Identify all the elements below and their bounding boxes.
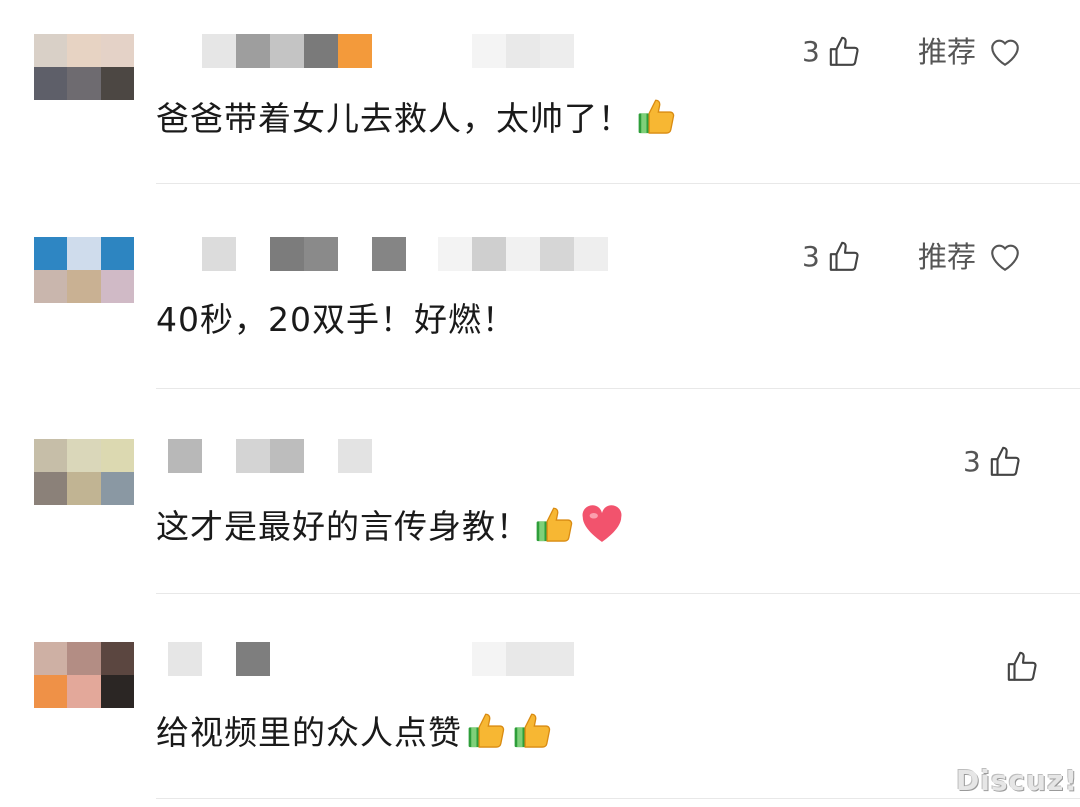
- recommend-label: 推荐: [918, 35, 977, 69]
- comment-text: 40秒，20双手！好燃！: [156, 300, 516, 339]
- thumbs-up-emoji-icon: [636, 95, 678, 146]
- thumbs-up-emoji-icon: [466, 709, 508, 760]
- avatar-pixel: [100, 642, 134, 675]
- divider: [156, 183, 1080, 184]
- avatar-pixel: [67, 675, 101, 708]
- thumbs-up-outline-icon: [829, 241, 859, 271]
- avatar-pixel: [67, 472, 101, 505]
- avatar-pixel: [34, 642, 68, 675]
- avatar[interactable]: [34, 34, 134, 100]
- watermark: Discuz!: [956, 764, 1079, 797]
- avatar-pixel: [100, 472, 134, 505]
- avatar-pixel: [100, 270, 134, 303]
- avatar-pixel: [34, 270, 68, 303]
- like-button[interactable]: [998, 647, 1040, 687]
- recommend-button[interactable]: 推荐: [918, 32, 1022, 72]
- like-button[interactable]: 3: [802, 32, 862, 72]
- like-button[interactable]: 3: [963, 442, 1023, 482]
- thumbs-up-emoji-icon: [534, 503, 576, 554]
- avatar-pixel: [34, 472, 68, 505]
- like-count: 3: [802, 35, 820, 68]
- avatar-pixel: [67, 439, 101, 472]
- heart-outline-icon: [991, 39, 1019, 66]
- divider: [156, 593, 1080, 594]
- avatar-pixel: [67, 67, 101, 100]
- thumbs-up-emoji-icon: [512, 709, 554, 760]
- avatar-pixel: [100, 675, 134, 708]
- comment-text: 爸爸带着女儿去救人，太帅了！: [156, 95, 678, 146]
- avatar-pixel: [67, 34, 101, 67]
- heart-outline-icon: [991, 244, 1019, 271]
- heart-emoji-icon: [580, 503, 624, 554]
- avatar-pixel: [100, 67, 134, 100]
- avatar[interactable]: [34, 642, 134, 708]
- recommend-label: 推荐: [918, 240, 977, 274]
- like-button[interactable]: 3: [802, 237, 862, 277]
- avatar-pixel: [100, 237, 134, 270]
- avatar-pixel: [34, 237, 68, 270]
- like-count: 3: [963, 445, 981, 478]
- divider: [156, 388, 1080, 389]
- avatar-pixel: [100, 439, 134, 472]
- avatar-pixel: [100, 34, 134, 67]
- divider: [156, 798, 1080, 799]
- like-count: 3: [802, 240, 820, 273]
- avatar-pixel: [34, 67, 68, 100]
- avatar-pixel: [34, 439, 68, 472]
- avatar[interactable]: [34, 237, 134, 303]
- avatar[interactable]: [34, 439, 134, 505]
- avatar-pixel: [67, 270, 101, 303]
- thumbs-up-outline-icon: [829, 36, 859, 66]
- avatar-pixel: [67, 237, 101, 270]
- comment-text: 这才是最好的言传身教！: [156, 503, 624, 554]
- comment-text: 给视频里的众人点赞: [156, 709, 554, 760]
- recommend-button[interactable]: 推荐: [918, 237, 1022, 277]
- avatar-pixel: [34, 34, 68, 67]
- avatar-pixel: [67, 642, 101, 675]
- avatar-pixel: [34, 675, 68, 708]
- thumbs-up-outline-icon: [1007, 651, 1037, 681]
- thumbs-up-outline-icon: [990, 446, 1020, 476]
